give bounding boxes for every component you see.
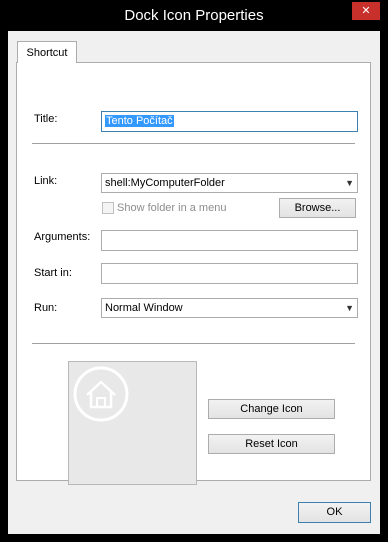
change-icon-button[interactable]: Change Icon xyxy=(208,399,335,419)
link-label: Link: xyxy=(34,175,58,187)
title-field[interactable]: Tento Počítač xyxy=(101,111,358,132)
run-label: Run: xyxy=(34,302,58,314)
close-button[interactable]: ✕ xyxy=(352,2,380,20)
startin-label: Start in: xyxy=(34,267,72,279)
tab-shortcut[interactable]: Shortcut xyxy=(17,41,77,63)
arguments-label: Arguments: xyxy=(34,231,91,243)
link-value: shell:MyComputerFolder xyxy=(105,177,225,189)
title-field-value: Tento Počítač xyxy=(105,115,174,127)
startin-field[interactable] xyxy=(101,263,358,284)
run-dropdown[interactable]: Normal Window ▼ xyxy=(101,298,358,318)
run-value: Normal Window xyxy=(105,302,183,314)
ok-button[interactable]: OK xyxy=(298,502,371,523)
reset-icon-button[interactable]: Reset Icon xyxy=(208,434,335,454)
link-dropdown[interactable]: shell:MyComputerFolder ▼ xyxy=(101,173,358,193)
title-label: Title: xyxy=(34,113,58,125)
chevron-down-icon: ▼ xyxy=(345,178,354,188)
arguments-field[interactable] xyxy=(101,230,358,251)
separator xyxy=(32,143,355,144)
dock-icon-properties-window: Dock Icon Properties ✕ Shortcut Title: T… xyxy=(0,0,388,542)
close-icon: ✕ xyxy=(361,5,371,17)
chevron-down-icon: ▼ xyxy=(345,303,354,313)
icon-preview xyxy=(68,361,197,485)
browse-button[interactable]: Browse... xyxy=(279,198,356,218)
show-folder-checkbox[interactable] xyxy=(102,202,114,214)
window-title: Dock Icon Properties xyxy=(124,7,264,24)
dialog-body: Shortcut Title: Tento Počítač Link: shel… xyxy=(8,31,380,534)
title-bar: Dock Icon Properties ✕ xyxy=(0,0,388,32)
shortcut-tab-panel: Title: Tento Počítač Link: shell:MyCompu… xyxy=(16,62,371,485)
separator xyxy=(32,343,355,344)
show-folder-label: Show folder in a menu xyxy=(117,202,227,214)
home-icon xyxy=(73,366,129,422)
